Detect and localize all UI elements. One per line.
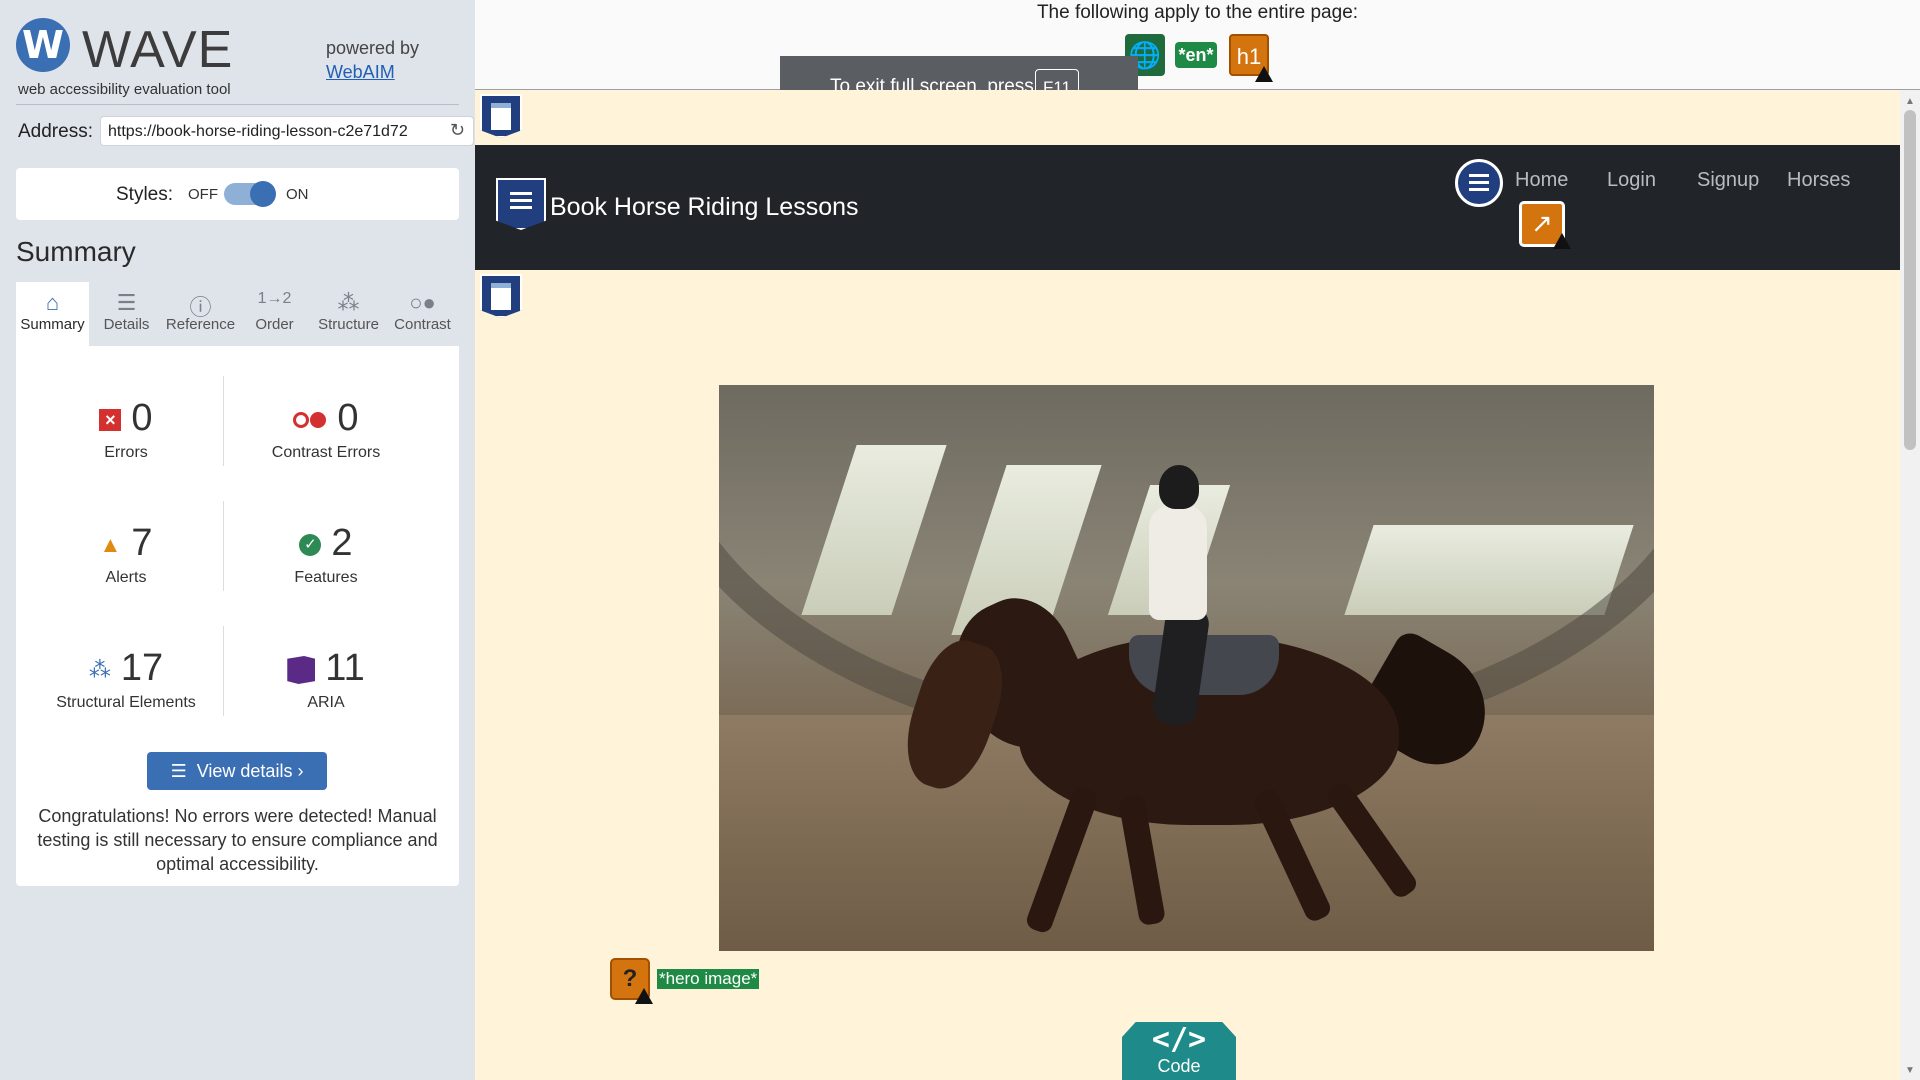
aria-landmark-icon[interactable] xyxy=(480,94,522,138)
tab-structure[interactable]: ⁂ Structure xyxy=(312,282,385,346)
structure-icon: ⁂ xyxy=(88,656,111,682)
nav-login[interactable]: Login xyxy=(1607,169,1656,192)
tab-label: Reference xyxy=(165,316,236,333)
page-note-text: The following apply to the entire page: xyxy=(1036,2,1359,23)
list-structure-icon[interactable] xyxy=(1455,159,1503,207)
summary-heading: Summary xyxy=(16,236,136,267)
aria-count: 11 xyxy=(325,647,365,689)
nav-signup[interactable]: Signup xyxy=(1697,169,1759,192)
structure-icon: ⁂ xyxy=(337,290,360,315)
nav-horses[interactable]: Horses xyxy=(1787,169,1850,192)
tab-label: Contrast xyxy=(394,316,451,333)
scroll-down-icon[interactable]: ▼ xyxy=(1905,1065,1915,1076)
address-input[interactable]: https://book-horse-riding-lesson-c2e71d7… xyxy=(100,116,474,146)
features-label: Features xyxy=(294,569,358,586)
aria-icon xyxy=(287,655,316,684)
metric-structural[interactable]: ⁂ 17 Structural Elements xyxy=(26,646,226,756)
address-label: Address: xyxy=(18,121,93,142)
webaim-link[interactable]: WebAIM xyxy=(326,62,395,82)
reload-icon[interactable]: ↻ xyxy=(450,120,465,141)
contrast-error-icon xyxy=(293,411,327,428)
code-button[interactable]: </> Code xyxy=(1122,1022,1236,1080)
page-level-banner: The following apply to the entire page: … xyxy=(475,0,1920,118)
wave-subtitle: web accessibility evaluation tool xyxy=(18,81,231,98)
hero-image xyxy=(719,385,1654,951)
info-icon: ⓘ xyxy=(189,295,212,320)
metric-alerts[interactable]: ▲ 7 Alerts xyxy=(26,521,226,631)
tab-contrast[interactable]: ○● Contrast xyxy=(386,282,459,346)
metric-errors[interactable]: × 0 Errors xyxy=(26,396,226,506)
wave-logo-icon: W xyxy=(16,18,70,72)
language-badge[interactable]: *en* xyxy=(1175,42,1217,68)
code-icon: </> xyxy=(1151,1022,1207,1057)
styles-toggle-card: Styles: OFF ON xyxy=(16,168,459,220)
styles-on-label: ON xyxy=(286,186,309,203)
order-icon: 1→2 xyxy=(257,290,292,307)
aria-landmark-icon[interactable] xyxy=(480,274,522,318)
contrast-icon: ○● xyxy=(409,290,436,315)
styles-label: Styles: xyxy=(116,184,174,205)
tab-label: Summary xyxy=(20,316,85,333)
address-value[interactable]: https://book-horse-riding-lesson-c2e71d7… xyxy=(108,123,426,141)
nav-home[interactable]: Home xyxy=(1515,169,1568,192)
page-viewer: The following apply to the entire page: … xyxy=(475,0,1920,1080)
warning-icon xyxy=(635,988,653,1004)
wave-brand: W WAVE web accessibility evaluation tool… xyxy=(16,18,461,100)
contrast-errors-count: 0 xyxy=(337,397,359,439)
divider xyxy=(16,104,459,105)
feature-check-icon: ✓ xyxy=(299,533,322,556)
errors-count: 0 xyxy=(131,397,153,439)
list-icon: ☰ xyxy=(116,290,137,315)
styles-toggle[interactable] xyxy=(224,181,276,207)
alt-text-label[interactable]: *hero image* xyxy=(657,969,760,989)
toggle-knob[interactable] xyxy=(250,181,276,207)
site-brand[interactable]: Book Horse Riding Lessons xyxy=(550,193,859,222)
alerts-label: Alerts xyxy=(105,569,147,586)
metric-aria[interactable]: 11 ARIA xyxy=(226,646,426,756)
view-details-button[interactable]: ☰ View details › xyxy=(147,752,327,790)
tab-reference[interactable]: ⓘ Reference xyxy=(164,282,237,346)
summary-card: × 0 Errors 0 Contrast Errors ▲ 7 Alerts ✓ 2… xyxy=(16,346,459,886)
tab-label: Structure xyxy=(318,316,379,333)
scroll-up-icon[interactable]: ▲ xyxy=(1905,96,1915,107)
powered-by: powered by WebAIM xyxy=(326,36,419,84)
wave-tabs: ⌂ Summary ☰ Details ⓘ Reference 1→2 Orde… xyxy=(16,282,459,346)
tab-details[interactable]: ☰ Details xyxy=(90,282,163,346)
wave-sidebar: W WAVE web accessibility evaluation tool… xyxy=(0,0,475,1080)
rider-helmet xyxy=(1159,465,1199,509)
aria-label: ARIA xyxy=(307,694,345,711)
congrats-message: Congratulations! No errors were detected… xyxy=(37,806,438,874)
styles-off-label: OFF xyxy=(188,186,218,203)
error-icon: × xyxy=(99,408,122,431)
warning-icon xyxy=(1255,66,1273,82)
alert-icon: ▲ xyxy=(99,531,122,557)
errors-label: Errors xyxy=(104,444,148,461)
wave-title: WAVE xyxy=(82,21,234,79)
features-count: 2 xyxy=(331,522,353,564)
site-navbar: Book Horse Riding Lessons Home Login Sig… xyxy=(475,145,1900,270)
list-icon: ☰ xyxy=(170,761,187,781)
warning-icon xyxy=(1553,233,1571,249)
site-content: Book Horse Riding Lessons Home Login Sig… xyxy=(475,90,1900,1080)
structural-label: Structural Elements xyxy=(56,694,196,711)
structural-count: 17 xyxy=(120,647,164,689)
powered-by-text: powered by xyxy=(326,38,420,58)
scroll-thumb[interactable] xyxy=(1904,110,1916,450)
page-scrollbar[interactable]: ▲ ▼ xyxy=(1900,90,1920,1080)
tab-label: Order xyxy=(255,316,294,333)
metric-contrast-errors[interactable]: 0 Contrast Errors xyxy=(226,396,426,506)
tab-label: Details xyxy=(103,316,150,333)
tab-order[interactable]: 1→2 Order xyxy=(238,282,311,346)
address-bar: Address: https://book-horse-riding-lesso… xyxy=(18,116,474,148)
rider-body xyxy=(1149,505,1207,620)
view-details-label: View details › xyxy=(196,761,304,781)
home-icon: ⌂ xyxy=(45,290,60,315)
alerts-count: 7 xyxy=(131,522,153,564)
code-label: Code xyxy=(1157,1056,1201,1076)
metric-features[interactable]: ✓ 2 Features xyxy=(226,521,426,631)
tab-summary[interactable]: ⌂ Summary xyxy=(16,282,89,346)
contrast-errors-label: Contrast Errors xyxy=(271,444,381,461)
aria-landmark-icon[interactable] xyxy=(496,178,546,230)
